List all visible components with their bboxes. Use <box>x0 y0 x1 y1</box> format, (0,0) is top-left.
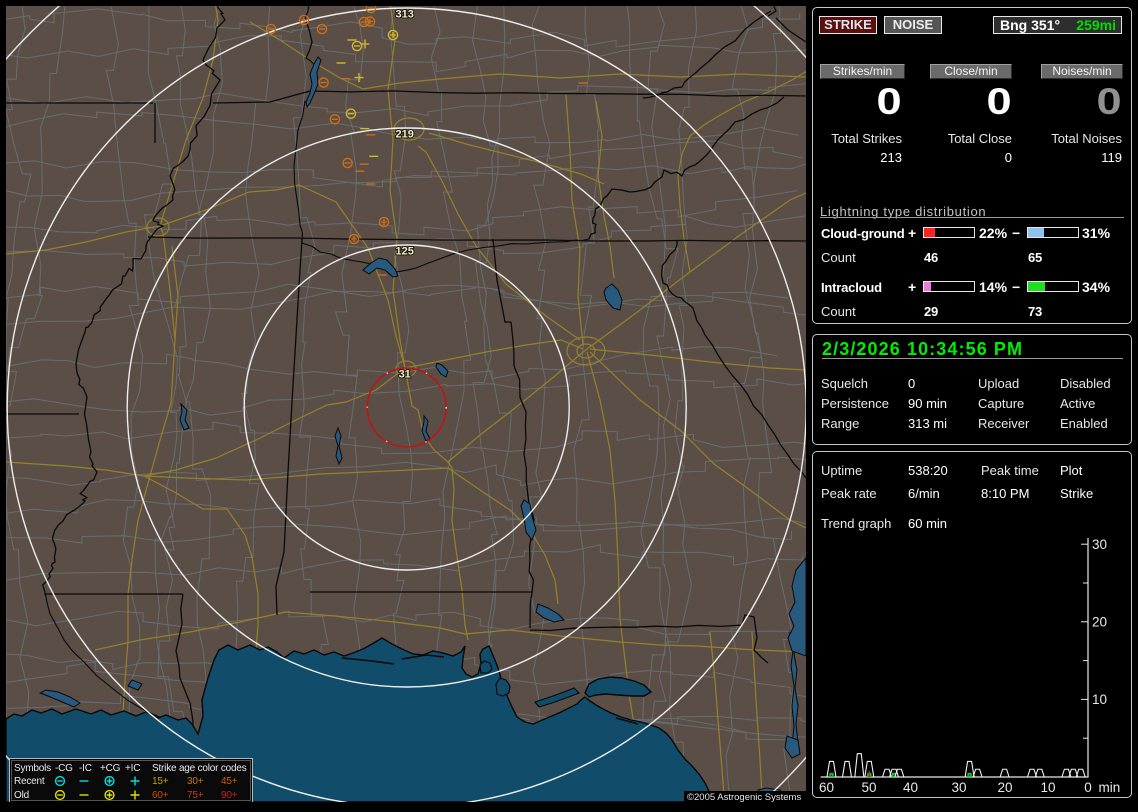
svg-text:50: 50 <box>861 780 876 795</box>
svg-text:30: 30 <box>951 780 966 795</box>
svg-text:0: 0 <box>1084 780 1092 795</box>
svg-text:31: 31 <box>399 369 411 381</box>
svg-text:10: 10 <box>1092 692 1107 707</box>
svg-text:min: min <box>1099 780 1121 795</box>
svg-text:40: 40 <box>903 780 918 795</box>
svg-text:20: 20 <box>997 780 1012 795</box>
svg-text:10: 10 <box>1040 780 1055 795</box>
svg-text:219: 219 <box>396 129 414 141</box>
svg-text:125: 125 <box>396 246 414 258</box>
svg-text:30: 30 <box>1092 537 1107 552</box>
svg-text:60: 60 <box>819 780 834 795</box>
svg-text:20: 20 <box>1092 615 1107 630</box>
svg-text:313: 313 <box>396 9 414 21</box>
